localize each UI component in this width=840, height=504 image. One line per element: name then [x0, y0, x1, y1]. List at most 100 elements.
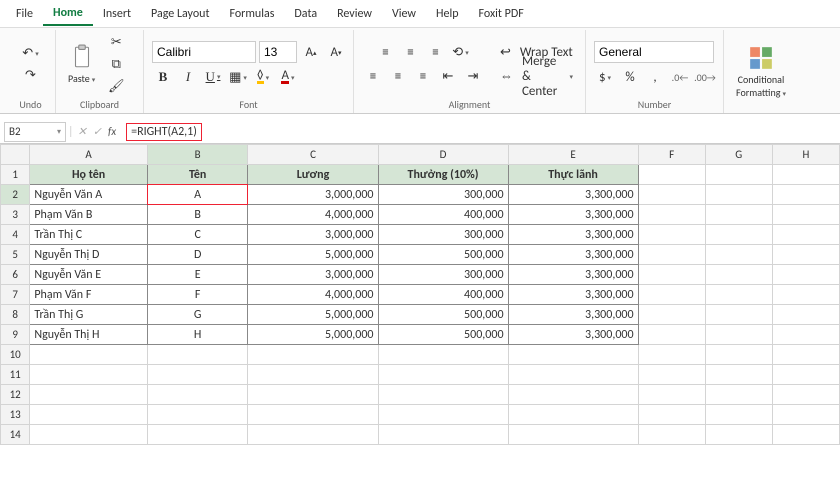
conditional-formatting-button[interactable]: Conditional Formatting	[732, 43, 790, 101]
cell-A6[interactable]: Nguyễn Văn E	[30, 265, 147, 285]
cell-D2[interactable]: 300,000	[378, 185, 508, 205]
cell-A7[interactable]: Phạm Văn F	[30, 285, 147, 305]
cell-F8[interactable]	[638, 305, 705, 325]
align-left-button[interactable]: ≡	[362, 66, 384, 86]
cell-A4[interactable]: Trần Thị C	[30, 225, 147, 245]
cell-F3[interactable]	[638, 205, 705, 225]
cell-E13[interactable]	[508, 405, 638, 425]
cell-G5[interactable]	[705, 245, 772, 265]
cell-E5[interactable]: 3,300,000	[508, 245, 638, 265]
cell-H6[interactable]	[772, 265, 839, 285]
accounting-format-button[interactable]: $	[594, 67, 616, 87]
cell-C13[interactable]	[248, 405, 378, 425]
cell-C3[interactable]: 4,000,000	[248, 205, 378, 225]
cell-B9[interactable]: H	[147, 325, 248, 345]
col-header-A[interactable]: A	[30, 145, 147, 165]
menu-foxit-pdf[interactable]: Foxit PDF	[469, 3, 534, 25]
cell-D14[interactable]	[378, 425, 508, 445]
cell-H12[interactable]	[772, 385, 839, 405]
menu-home[interactable]: Home	[43, 2, 93, 26]
cell-H13[interactable]	[772, 405, 839, 425]
cell-E4[interactable]: 3,300,000	[508, 225, 638, 245]
col-header-B[interactable]: B	[147, 145, 248, 165]
cell-C9[interactable]: 5,000,000	[248, 325, 378, 345]
decrease-decimal-button[interactable]: .00→	[694, 67, 716, 87]
cell-D10[interactable]	[378, 345, 508, 365]
cell-H1[interactable]	[772, 165, 839, 185]
cell-C4[interactable]: 3,000,000	[248, 225, 378, 245]
cell-H10[interactable]	[772, 345, 839, 365]
cell-E11[interactable]	[508, 365, 638, 385]
row-header-13[interactable]: 13	[1, 405, 30, 425]
row-header-10[interactable]: 10	[1, 345, 30, 365]
cut-button[interactable]: ✂	[105, 32, 127, 52]
cell-A8[interactable]: Trần Thị G	[30, 305, 147, 325]
cell-C14[interactable]	[248, 425, 378, 445]
merge-center-button[interactable]: ⇔ Merge & Center	[496, 66, 577, 86]
cell-B13[interactable]	[147, 405, 248, 425]
outdent-button[interactable]: ⇤	[437, 66, 459, 86]
row-header-2[interactable]: 2	[1, 185, 30, 205]
cell-F2[interactable]	[638, 185, 705, 205]
cell-C12[interactable]	[248, 385, 378, 405]
align-right-button[interactable]: ≡	[412, 66, 434, 86]
cell-E7[interactable]: 3,300,000	[508, 285, 638, 305]
cell-G8[interactable]	[705, 305, 772, 325]
cell-A3[interactable]: Phạm Văn B	[30, 205, 147, 225]
copy-button[interactable]: ⧉	[105, 54, 127, 74]
fill-color-button[interactable]: ◊	[252, 67, 274, 87]
increase-font-button[interactable]: A▴	[300, 42, 322, 62]
indent-button[interactable]: ⇥	[462, 66, 484, 86]
cell-G14[interactable]	[705, 425, 772, 445]
cell-F5[interactable]	[638, 245, 705, 265]
font-size-select[interactable]	[259, 41, 297, 63]
menu-view[interactable]: View	[382, 3, 426, 25]
col-header-D[interactable]: D	[378, 145, 508, 165]
cell-E3[interactable]: 3,300,000	[508, 205, 638, 225]
cell-H7[interactable]	[772, 285, 839, 305]
cell-D13[interactable]	[378, 405, 508, 425]
cell-G3[interactable]	[705, 205, 772, 225]
cell-F11[interactable]	[638, 365, 705, 385]
row-header-14[interactable]: 14	[1, 425, 30, 445]
cell-G2[interactable]	[705, 185, 772, 205]
col-header-E[interactable]: E	[508, 145, 638, 165]
cell-D6[interactable]: 300,000	[378, 265, 508, 285]
cell-H2[interactable]	[772, 185, 839, 205]
redo-button[interactable]: ↷	[20, 65, 42, 85]
cell-A9[interactable]: Nguyễn Thị H	[30, 325, 147, 345]
cell-H14[interactable]	[772, 425, 839, 445]
col-header-G[interactable]: G	[705, 145, 772, 165]
cell-B1[interactable]: Tên	[147, 165, 248, 185]
select-all-corner[interactable]	[1, 145, 30, 165]
cell-B10[interactable]	[147, 345, 248, 365]
cell-G6[interactable]	[705, 265, 772, 285]
cell-A5[interactable]: Nguyễn Thị D	[30, 245, 147, 265]
cell-E2[interactable]: 3,300,000	[508, 185, 638, 205]
cell-B11[interactable]	[147, 365, 248, 385]
cell-G13[interactable]	[705, 405, 772, 425]
cell-H5[interactable]	[772, 245, 839, 265]
increase-decimal-button[interactable]: .0←	[669, 67, 691, 87]
menu-help[interactable]: Help	[426, 3, 469, 25]
cell-E8[interactable]: 3,300,000	[508, 305, 638, 325]
menu-formulas[interactable]: Formulas	[219, 3, 284, 25]
align-center-button[interactable]: ≡	[387, 66, 409, 86]
row-header-5[interactable]: 5	[1, 245, 30, 265]
cell-B12[interactable]	[147, 385, 248, 405]
cell-H4[interactable]	[772, 225, 839, 245]
cell-F1[interactable]	[638, 165, 705, 185]
align-middle-button[interactable]: ≡	[400, 42, 422, 62]
row-header-8[interactable]: 8	[1, 305, 30, 325]
cell-F10[interactable]	[638, 345, 705, 365]
cell-F12[interactable]	[638, 385, 705, 405]
cell-G9[interactable]	[705, 325, 772, 345]
format-painter-button[interactable]: 🖌	[105, 76, 127, 96]
cell-B8[interactable]: G	[147, 305, 248, 325]
paste-button[interactable]: Paste	[64, 42, 99, 87]
cell-A1[interactable]: Họ tên	[30, 165, 147, 185]
cell-D11[interactable]	[378, 365, 508, 385]
cell-E9[interactable]: 3,300,000	[508, 325, 638, 345]
number-format-select[interactable]	[594, 41, 714, 63]
cell-G10[interactable]	[705, 345, 772, 365]
